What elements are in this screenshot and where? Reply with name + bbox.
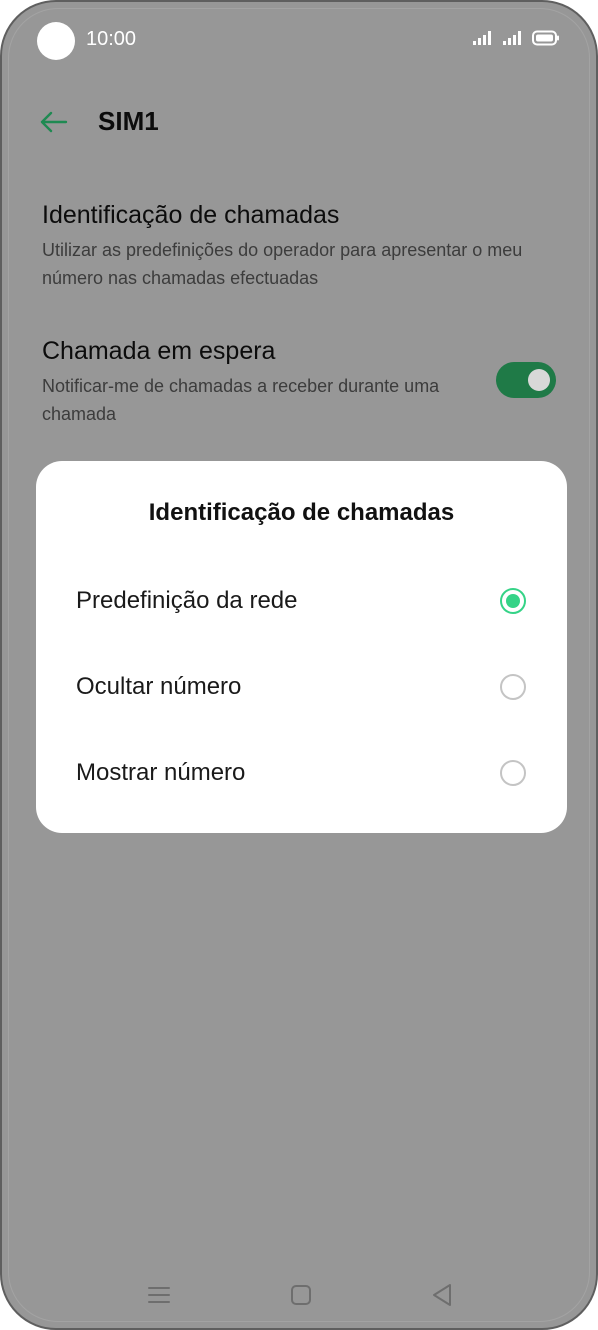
toggle-knob [528, 369, 550, 391]
status-bar: 10:00 [2, 2, 596, 82]
page-title: SIM1 [98, 106, 159, 136]
option-network-default[interactable]: Predefinição da rede [36, 567, 567, 637]
setting-description: Utilizar as predefinições do operador pa… [42, 240, 523, 288]
status-time: 10:00 [86, 28, 137, 50]
menu-icon[interactable] [144, 1280, 174, 1310]
camera-cutout [37, 22, 75, 60]
app-bar: SIM1 [2, 94, 596, 150]
setting-description: Notificar-me de chamadas a receber duran… [42, 376, 440, 424]
option-label: Predefinição da rede [76, 587, 298, 614]
home-icon[interactable] [286, 1280, 316, 1310]
status-icons [472, 30, 560, 46]
call-waiting-toggle[interactable] [496, 362, 556, 398]
setting-title: Chamada em espera [42, 337, 276, 365]
signal-sim2-icon [503, 31, 521, 45]
battery-icon [532, 30, 559, 46]
back-triangle-icon[interactable] [428, 1280, 458, 1310]
setting-caller-id[interactable]: Identificação de chamadas Utilizar as pr… [42, 200, 556, 292]
option-label: Ocultar número [76, 673, 242, 700]
setting-call-waiting[interactable]: Chamada em espera Notificar-me de chamad… [42, 336, 556, 428]
navigation-bar [2, 1272, 596, 1316]
option-label: Mostrar número [76, 759, 246, 786]
radio-selected-icon[interactable] [500, 588, 526, 614]
option-show-number[interactable]: Mostrar número [36, 739, 567, 809]
arrow-left-icon[interactable] [36, 104, 72, 140]
dialog-title: Identificação de chamadas [148, 499, 455, 526]
caller-id-dialog: Identificação de chamadas Predefinição d… [36, 461, 567, 833]
signal-sim1-icon [473, 31, 491, 45]
option-hide-number[interactable]: Ocultar número [36, 653, 567, 723]
radio-unselected-icon[interactable] [500, 760, 526, 786]
setting-title: Identificação de chamadas [42, 201, 340, 229]
radio-unselected-icon[interactable] [500, 674, 526, 700]
phone-screen: 10:00 SIM1 Identificação de chamadas Uti… [0, 0, 598, 1330]
